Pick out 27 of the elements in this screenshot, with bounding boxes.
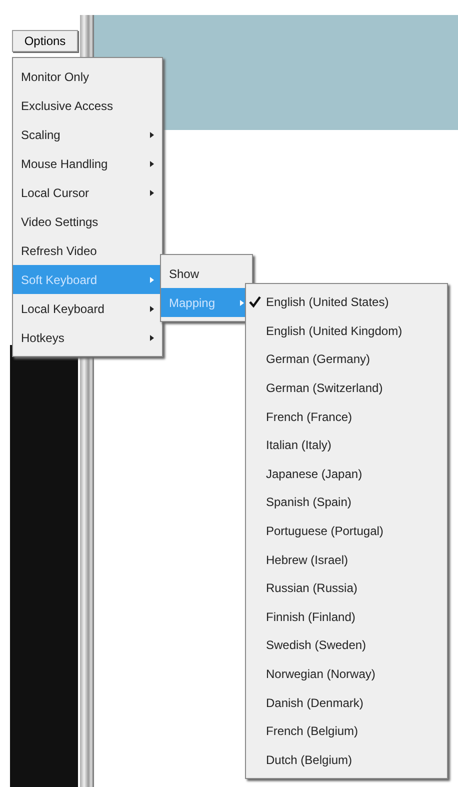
menu-item[interactable]: Exclusive Access: [13, 91, 162, 120]
menu-item[interactable]: Hotkeys: [13, 323, 162, 352]
menu-item[interactable]: Local Cursor: [13, 178, 162, 207]
menu-item[interactable]: French (France): [246, 402, 447, 431]
menu-item[interactable]: Portuguese (Portugal): [246, 516, 447, 546]
menu-item[interactable]: Local Keyboard: [13, 294, 162, 323]
menu-item[interactable]: Mouse Handling: [13, 149, 162, 178]
menu-item[interactable]: Hebrew (Israel): [246, 545, 447, 574]
menu-item[interactable]: French (Belgium): [246, 716, 447, 746]
menu-item[interactable]: Spanish (Spain): [246, 488, 447, 517]
menu-item[interactable]: Monitor Only: [13, 62, 162, 91]
menu-item[interactable]: Show: [161, 259, 252, 288]
menu-item[interactable]: Scaling: [13, 120, 162, 149]
options-button[interactable]: Options: [12, 30, 78, 52]
menu-item[interactable]: Finnish (Finland): [246, 602, 447, 632]
menu-item[interactable]: English (United Kingdom): [246, 316, 447, 346]
menu-item[interactable]: Dutch (Belgium): [246, 746, 447, 774]
menu-item[interactable]: Swedish (Sweden): [246, 631, 447, 660]
menu-item[interactable]: Refresh Video: [13, 236, 162, 265]
menu-item[interactable]: Danish (Denmark): [246, 688, 447, 717]
menu-item[interactable]: Japanese (Japan): [246, 460, 447, 488]
menu-item[interactable]: German (Switzerland): [246, 374, 447, 402]
menu-item[interactable]: Norwegian (Norway): [246, 660, 447, 688]
menu-item[interactable]: Russian (Russia): [246, 574, 447, 603]
menu-item[interactable]: Video Settings: [13, 207, 162, 236]
menu-item[interactable]: German (Germany): [246, 345, 447, 374]
menu-item[interactable]: Italian (Italy): [246, 430, 447, 460]
